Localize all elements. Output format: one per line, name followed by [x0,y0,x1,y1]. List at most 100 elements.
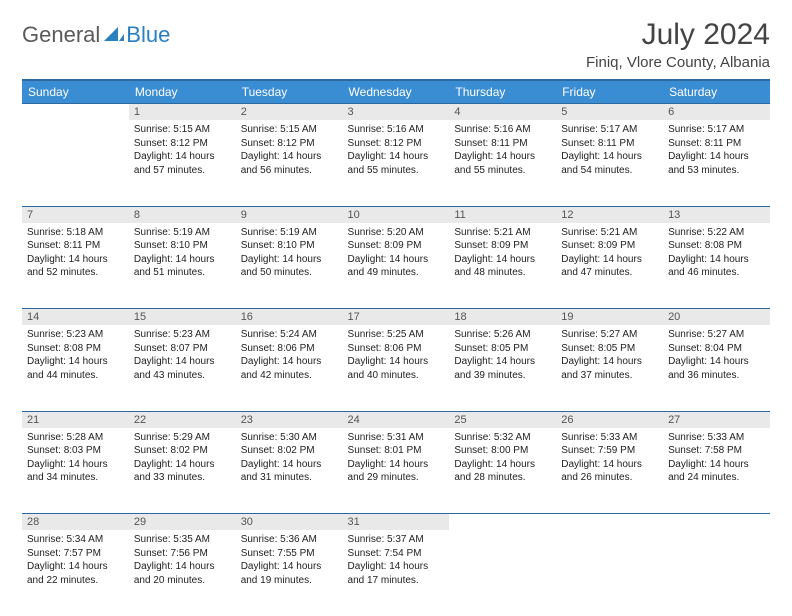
day-number: 22 [129,412,236,428]
sunset-text: Sunset: 7:58 PM [668,444,765,458]
sunrise-text: Sunrise: 5:17 AM [668,123,765,137]
day-number: 2 [236,104,343,120]
week-content-row: Sunrise: 5:34 AMSunset: 7:57 PMDaylight:… [22,530,770,616]
logo-sail-icon [104,25,124,48]
daylight-text: Daylight: 14 hours and 28 minutes. [454,458,551,485]
day-header: Thursday [449,80,556,104]
day-number: 20 [663,309,770,325]
week-number-row: 28293031 [22,514,770,531]
daylight-text: Daylight: 14 hours and 31 minutes. [241,458,338,485]
sunset-text: Sunset: 8:04 PM [668,342,765,356]
day-number: 30 [236,514,343,530]
sunrise-text: Sunrise: 5:21 AM [454,226,551,240]
day-cell [449,530,556,616]
daylight-text: Daylight: 14 hours and 36 minutes. [668,355,765,382]
sunrise-text: Sunrise: 5:15 AM [134,123,231,137]
day-number: 7 [22,207,129,223]
sunrise-text: Sunrise: 5:23 AM [27,328,124,342]
day-number: 24 [343,412,450,428]
sunrise-text: Sunrise: 5:20 AM [348,226,445,240]
daylight-text: Daylight: 14 hours and 24 minutes. [668,458,765,485]
day-header: Monday [129,80,236,104]
day-number: 29 [129,514,236,530]
day-number: 3 [343,104,450,120]
day-cell: Sunrise: 5:36 AMSunset: 7:55 PMDaylight:… [236,530,343,616]
day-number: 10 [343,207,450,223]
sunset-text: Sunset: 8:08 PM [668,239,765,253]
day-cell: Sunrise: 5:24 AMSunset: 8:06 PMDaylight:… [236,325,343,411]
day-number: 11 [449,207,556,223]
sunset-text: Sunset: 8:11 PM [561,137,658,151]
day-number [449,514,556,518]
sunrise-text: Sunrise: 5:19 AM [134,226,231,240]
day-header: Friday [556,80,663,104]
day-number: 26 [556,412,663,428]
day-number: 31 [343,514,450,530]
sunrise-text: Sunrise: 5:31 AM [348,431,445,445]
day-cell: Sunrise: 5:33 AMSunset: 7:59 PMDaylight:… [556,428,663,514]
title-block: July 2024 Finiq, Vlore County, Albania [586,18,770,71]
sunset-text: Sunset: 8:12 PM [348,137,445,151]
sunrise-text: Sunrise: 5:15 AM [241,123,338,137]
sunrise-text: Sunrise: 5:26 AM [454,328,551,342]
sunset-text: Sunset: 8:11 PM [668,137,765,151]
daylight-text: Daylight: 14 hours and 52 minutes. [27,253,124,280]
daylight-text: Daylight: 14 hours and 50 minutes. [241,253,338,280]
daylight-text: Daylight: 14 hours and 42 minutes. [241,355,338,382]
sunrise-text: Sunrise: 5:25 AM [348,328,445,342]
daylight-text: Daylight: 14 hours and 55 minutes. [454,150,551,177]
sunrise-text: Sunrise: 5:16 AM [454,123,551,137]
day-number: 4 [449,104,556,120]
sunrise-text: Sunrise: 5:29 AM [134,431,231,445]
daylight-text: Daylight: 14 hours and 43 minutes. [134,355,231,382]
day-cell: Sunrise: 5:27 AMSunset: 8:04 PMDaylight:… [663,325,770,411]
day-number: 16 [236,309,343,325]
sunrise-text: Sunrise: 5:23 AM [134,328,231,342]
daylight-text: Daylight: 14 hours and 46 minutes. [668,253,765,280]
week-content-row: Sunrise: 5:18 AMSunset: 8:11 PMDaylight:… [22,223,770,309]
sunset-text: Sunset: 8:02 PM [134,444,231,458]
logo: General Blue [22,22,170,48]
sunset-text: Sunset: 8:05 PM [561,342,658,356]
day-header: Wednesday [343,80,450,104]
sunset-text: Sunset: 8:09 PM [561,239,658,253]
sunrise-text: Sunrise: 5:17 AM [561,123,658,137]
day-number: 21 [22,412,129,428]
day-cell: Sunrise: 5:29 AMSunset: 8:02 PMDaylight:… [129,428,236,514]
sunset-text: Sunset: 8:02 PM [241,444,338,458]
sunrise-text: Sunrise: 5:27 AM [668,328,765,342]
week-number-row: 78910111213 [22,206,770,223]
day-cell: Sunrise: 5:20 AMSunset: 8:09 PMDaylight:… [343,223,450,309]
daylight-text: Daylight: 14 hours and 44 minutes. [27,355,124,382]
sunset-text: Sunset: 8:10 PM [134,239,231,253]
day-cell: Sunrise: 5:37 AMSunset: 7:54 PMDaylight:… [343,530,450,616]
day-number: 8 [129,207,236,223]
sunrise-text: Sunrise: 5:33 AM [561,431,658,445]
day-number: 17 [343,309,450,325]
day-number: 23 [236,412,343,428]
day-cell: Sunrise: 5:15 AMSunset: 8:12 PMDaylight:… [236,120,343,206]
daylight-text: Daylight: 14 hours and 37 minutes. [561,355,658,382]
sunset-text: Sunset: 8:11 PM [27,239,124,253]
daylight-text: Daylight: 14 hours and 17 minutes. [348,560,445,587]
sunset-text: Sunset: 7:59 PM [561,444,658,458]
daylight-text: Daylight: 14 hours and 22 minutes. [27,560,124,587]
sunset-text: Sunset: 7:56 PM [134,547,231,561]
sunset-text: Sunset: 7:57 PM [27,547,124,561]
day-cell: Sunrise: 5:28 AMSunset: 8:03 PMDaylight:… [22,428,129,514]
daylight-text: Daylight: 14 hours and 55 minutes. [348,150,445,177]
sunset-text: Sunset: 8:06 PM [348,342,445,356]
day-cell: Sunrise: 5:21 AMSunset: 8:09 PMDaylight:… [449,223,556,309]
logo-text-blue: Blue [126,22,170,48]
week-number-row: 21222324252627 [22,411,770,428]
day-cell: Sunrise: 5:19 AMSunset: 8:10 PMDaylight:… [129,223,236,309]
daylight-text: Daylight: 14 hours and 40 minutes. [348,355,445,382]
day-cell: Sunrise: 5:30 AMSunset: 8:02 PMDaylight:… [236,428,343,514]
daylight-text: Daylight: 14 hours and 48 minutes. [454,253,551,280]
day-cell: Sunrise: 5:23 AMSunset: 8:07 PMDaylight:… [129,325,236,411]
location-text: Finiq, Vlore County, Albania [586,54,770,71]
daylight-text: Daylight: 14 hours and 54 minutes. [561,150,658,177]
sunset-text: Sunset: 8:12 PM [134,137,231,151]
day-number: 18 [449,309,556,325]
day-cell: Sunrise: 5:22 AMSunset: 8:08 PMDaylight:… [663,223,770,309]
